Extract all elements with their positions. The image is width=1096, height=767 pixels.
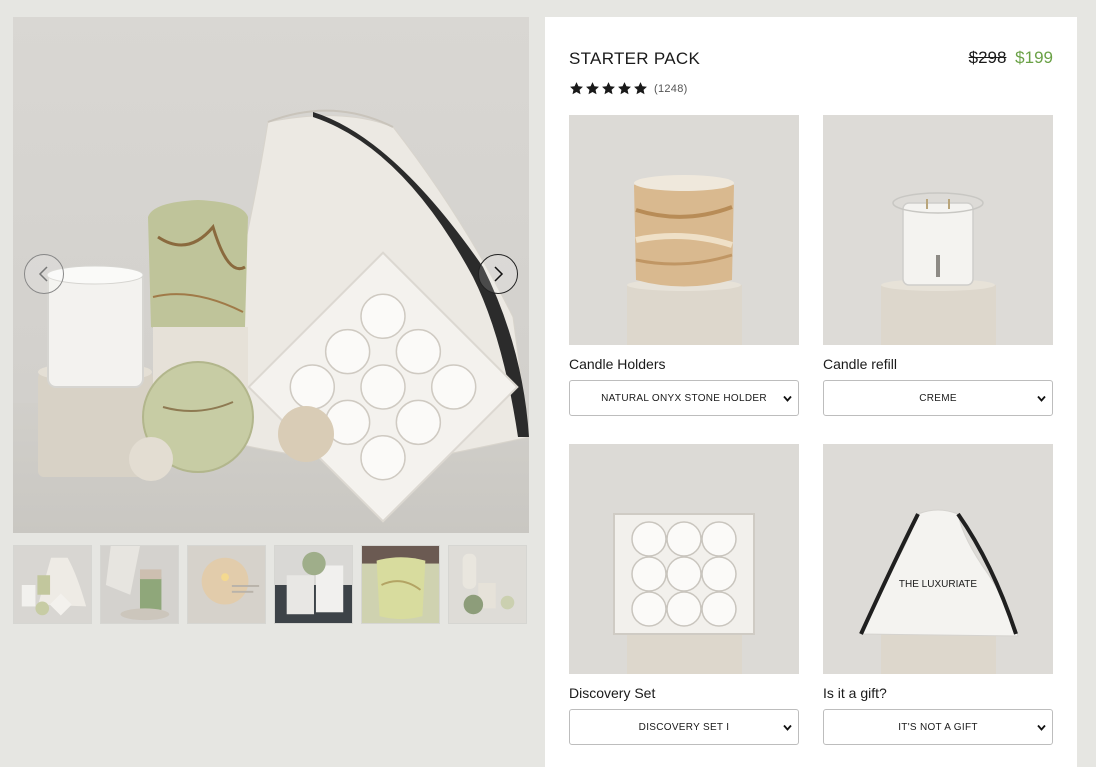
price-sale: $199 bbox=[1015, 48, 1053, 67]
chevron-down-icon bbox=[1037, 724, 1046, 731]
star-icon bbox=[586, 82, 599, 95]
product-details-panel: STARTER PACK $298 $199 (1248) Candle Hol… bbox=[545, 17, 1077, 767]
discovery-set-image bbox=[569, 444, 799, 674]
thumbnail-2[interactable] bbox=[100, 545, 179, 624]
select-value: CREME bbox=[919, 392, 957, 404]
select-value: NATURAL ONYX STONE HOLDER bbox=[601, 392, 767, 404]
chevron-down-icon bbox=[1037, 395, 1046, 402]
product-title: STARTER PACK bbox=[569, 49, 701, 68]
gallery-next-button[interactable] bbox=[478, 254, 518, 294]
option-gift: THE LUXURIATE Is it a gift? IT'S NOT A G… bbox=[823, 444, 1053, 745]
option-candle-holders: Candle Holders NATURAL ONYX STONE HOLDER bbox=[569, 115, 799, 416]
chevron-down-icon bbox=[783, 395, 792, 402]
star-icon bbox=[570, 82, 583, 95]
thumbnail-3[interactable] bbox=[187, 545, 266, 624]
gallery-prev-button[interactable] bbox=[24, 254, 64, 294]
candle-refill-select[interactable]: CREME bbox=[823, 380, 1053, 416]
product-main-image bbox=[13, 17, 529, 533]
star-icon bbox=[634, 82, 647, 95]
option-label: Candle refill bbox=[823, 356, 897, 372]
product-scene-illustration bbox=[38, 109, 529, 523]
chevron-right-icon bbox=[494, 266, 504, 282]
price-original: $298 bbox=[968, 48, 1007, 67]
chevron-down-icon bbox=[783, 724, 792, 731]
discovery-set-select[interactable]: DISCOVERY SET I bbox=[569, 709, 799, 745]
option-label: Candle Holders bbox=[569, 356, 666, 372]
bag-brand-text: THE LUXURIATE bbox=[899, 579, 977, 590]
select-value: IT'S NOT A GIFT bbox=[898, 721, 978, 733]
product-rating[interactable]: (1248) bbox=[569, 81, 688, 96]
thumbnail-4[interactable] bbox=[274, 545, 353, 624]
candle-refill-image bbox=[823, 115, 1053, 345]
candle-holder-select[interactable]: NATURAL ONYX STONE HOLDER bbox=[569, 380, 799, 416]
chevron-left-icon bbox=[38, 266, 48, 282]
option-candle-refill: Candle refill CREME bbox=[823, 115, 1053, 416]
option-discovery-set: Discovery Set DISCOVERY SET I bbox=[569, 444, 799, 745]
thumbnail-6[interactable] bbox=[448, 545, 527, 624]
gallery-thumbnails bbox=[13, 545, 529, 624]
option-label: Is it a gift? bbox=[823, 685, 887, 701]
rating-count: (1248) bbox=[654, 82, 688, 95]
star-icon bbox=[602, 82, 615, 95]
option-label: Discovery Set bbox=[569, 685, 656, 701]
star-icon bbox=[618, 82, 631, 95]
thumbnail-5[interactable] bbox=[361, 545, 440, 624]
gift-bag-image: THE LUXURIATE bbox=[823, 444, 1053, 674]
gift-select[interactable]: IT'S NOT A GIFT bbox=[823, 709, 1053, 745]
thumbnail-1[interactable] bbox=[13, 545, 92, 624]
candle-holder-image bbox=[569, 115, 799, 345]
select-value: DISCOVERY SET I bbox=[638, 721, 730, 733]
price: $298 $199 bbox=[969, 48, 1053, 68]
